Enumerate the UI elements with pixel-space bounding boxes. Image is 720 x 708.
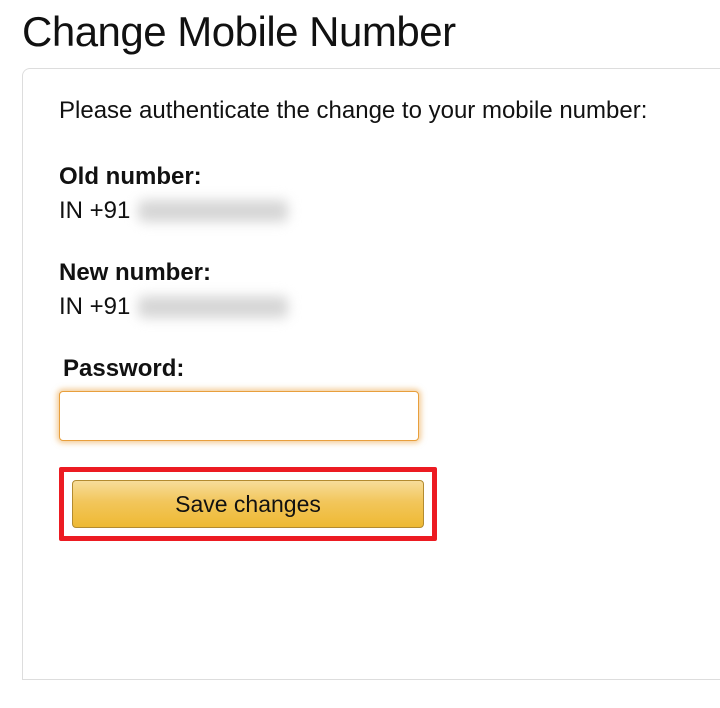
password-group: Password: xyxy=(59,355,684,441)
old-number-value: IN +91 xyxy=(59,197,684,225)
old-number-label: Old number: xyxy=(59,163,684,191)
password-input[interactable] xyxy=(59,391,419,441)
password-label: Password: xyxy=(63,355,684,383)
save-changes-button[interactable]: Save changes xyxy=(72,480,424,528)
save-button-highlight: Save changes xyxy=(59,467,437,541)
new-number-redacted xyxy=(138,296,288,318)
new-number-group: New number: IN +91 xyxy=(59,259,684,321)
old-number-group: Old number: IN +91 xyxy=(59,163,684,225)
new-number-value: IN +91 xyxy=(59,293,684,321)
page-title: Change Mobile Number xyxy=(22,8,720,56)
new-number-prefix: IN +91 xyxy=(59,293,130,321)
instruction-text: Please authenticate the change to your m… xyxy=(59,97,684,125)
new-number-label: New number: xyxy=(59,259,684,287)
old-number-prefix: IN +91 xyxy=(59,197,130,225)
auth-card: Please authenticate the change to your m… xyxy=(22,68,720,680)
old-number-redacted xyxy=(138,200,288,222)
